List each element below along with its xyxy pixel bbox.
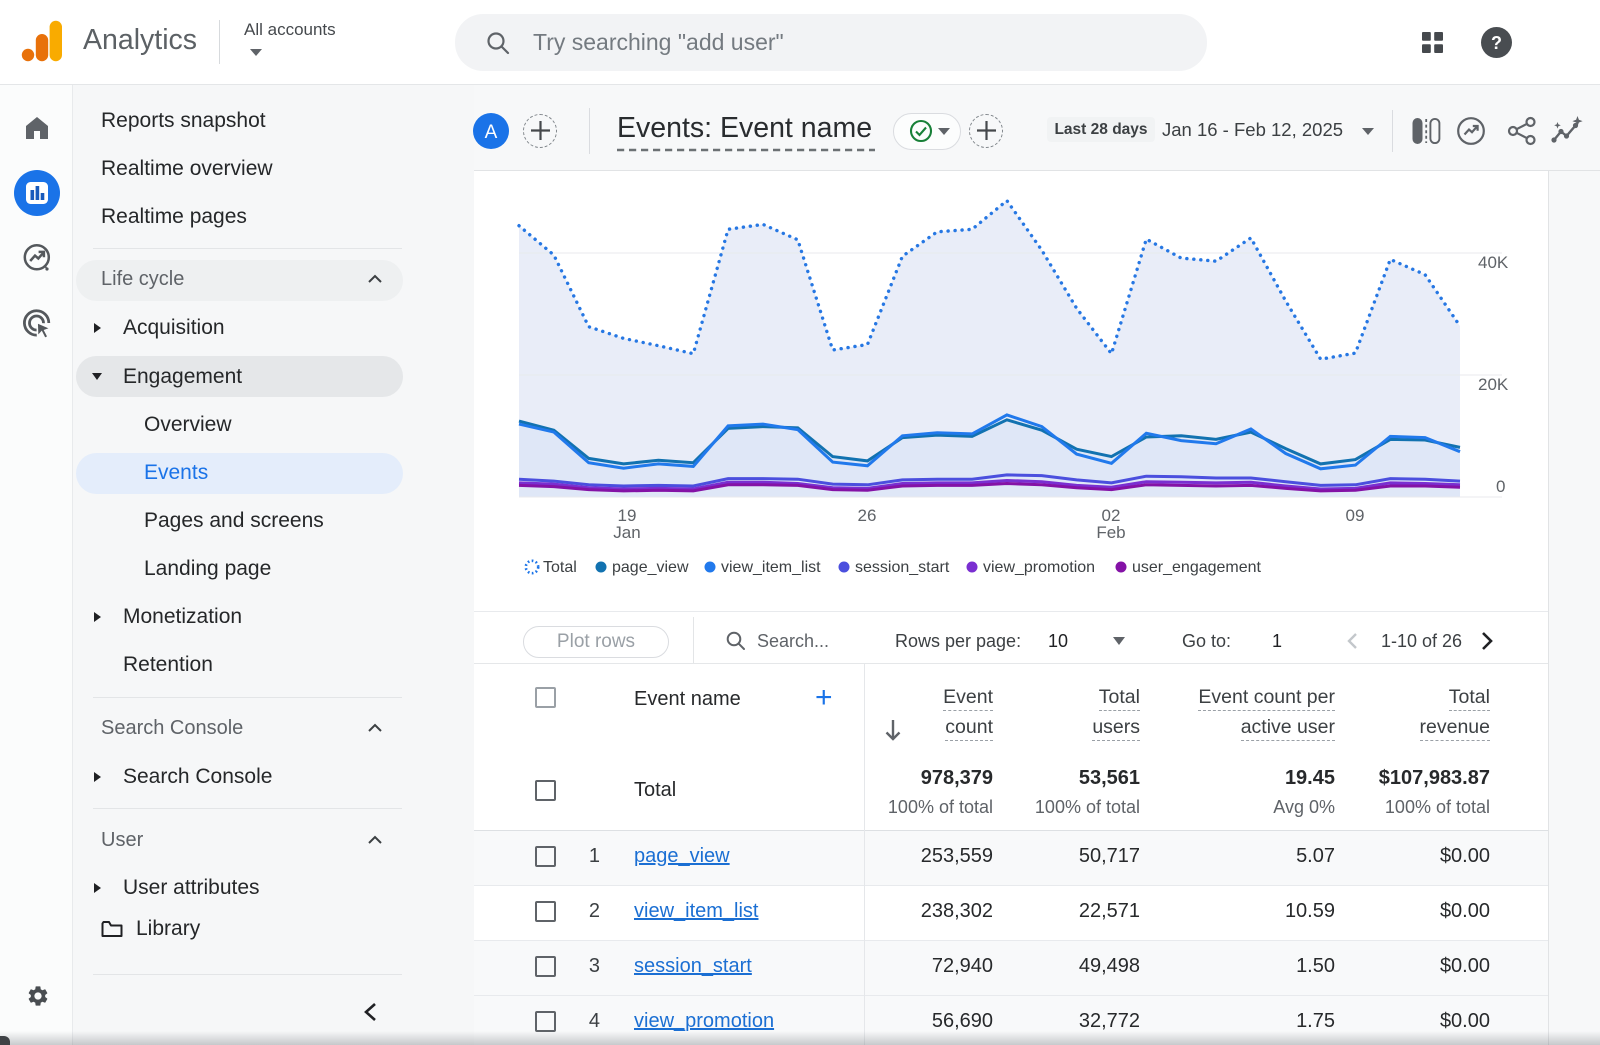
svg-text:A: A xyxy=(485,122,498,143)
svg-text:Jan: Jan xyxy=(613,523,640,542)
svg-text:26: 26 xyxy=(858,506,877,525)
svg-text:40K: 40K xyxy=(1478,253,1509,272)
svg-text:Feb: Feb xyxy=(1096,523,1125,542)
svg-text:09: 09 xyxy=(1346,506,1365,525)
svg-text:session_start: session_start xyxy=(855,559,950,576)
svg-text:Total: Total xyxy=(543,559,577,576)
svg-text:user_engagement: user_engagement xyxy=(1132,559,1262,576)
svg-text:20K: 20K xyxy=(1478,375,1509,394)
svg-text:view_item_list: view_item_list xyxy=(721,559,821,576)
svg-text:?: ? xyxy=(1491,33,1502,53)
svg-text:page_view: page_view xyxy=(612,559,689,576)
svg-text:view_promotion: view_promotion xyxy=(983,559,1095,576)
svg-text:0: 0 xyxy=(1496,477,1505,496)
